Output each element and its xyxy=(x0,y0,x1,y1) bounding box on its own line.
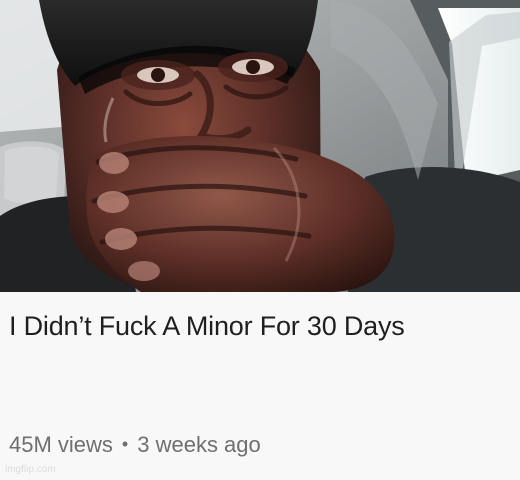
video-stats: 45M views • 3 weeks ago xyxy=(9,430,261,460)
metadata-separator: • xyxy=(121,434,129,454)
video-thumbnail[interactable] xyxy=(0,0,520,292)
fingertip-2 xyxy=(97,191,129,213)
video-title[interactable]: I Didn’t Fuck A Minor For 30 Days xyxy=(9,309,479,344)
upload-age: 3 weeks ago xyxy=(137,432,261,457)
video-result-card[interactable]: I Didn’t Fuck A Minor For 30 Days 45M vi… xyxy=(0,0,520,480)
left-iris xyxy=(151,68,165,82)
imgflip-watermark: imgflip.com xyxy=(5,464,56,475)
fingertip-3 xyxy=(105,228,137,250)
video-metadata: I Didn’t Fuck A Minor For 30 Days 45M vi… xyxy=(0,292,520,480)
seat-highlight xyxy=(4,146,59,204)
fingertip-1 xyxy=(99,152,129,174)
view-count: 45M views xyxy=(9,432,113,457)
thumbnail-image xyxy=(0,0,520,292)
fingertip-4 xyxy=(128,261,160,281)
right-iris xyxy=(246,60,260,74)
